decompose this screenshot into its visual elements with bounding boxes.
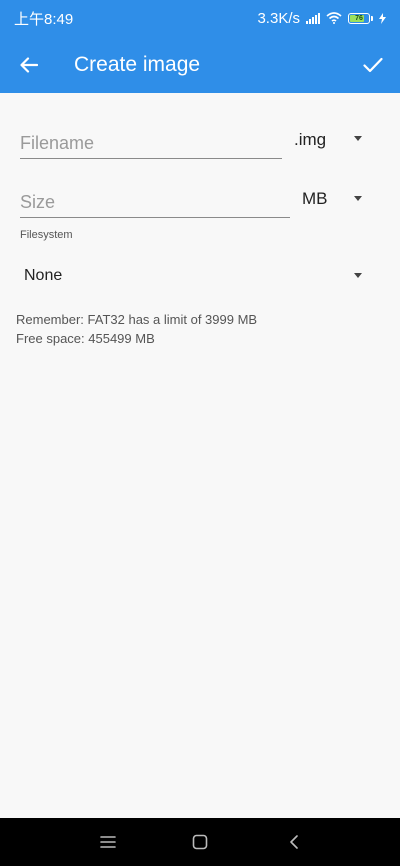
battery-cap xyxy=(371,15,373,21)
info-text: Remember: FAT32 has a limit of 3999 MB F… xyxy=(16,310,257,348)
chevron-down-icon xyxy=(354,273,362,278)
system-nav-bar xyxy=(0,818,400,866)
back-button[interactable] xyxy=(14,50,44,80)
filesystem-dropdown[interactable]: None xyxy=(20,262,376,290)
size-field[interactable]: Size xyxy=(20,192,290,220)
fat32-limit-text: Remember: FAT32 has a limit of 3999 MB xyxy=(16,312,258,327)
confirm-button[interactable] xyxy=(358,50,388,80)
size-placeholder: Size xyxy=(20,192,56,212)
filename-field[interactable]: Filename xyxy=(20,133,282,161)
app-bar: Create image xyxy=(0,36,400,93)
menu-icon xyxy=(100,836,116,848)
filename-placeholder: Filename xyxy=(20,133,95,153)
filename-underline xyxy=(20,158,282,159)
menu-button[interactable] xyxy=(97,832,119,852)
extension-dropdown[interactable]: .img xyxy=(292,126,376,152)
back-nav-button[interactable] xyxy=(283,832,305,852)
size-underline xyxy=(20,217,290,218)
extension-value: .img xyxy=(294,130,327,149)
status-bar: 上午8:49 3.3K/s 76 xyxy=(0,0,400,36)
home-button[interactable] xyxy=(189,832,211,852)
unit-dropdown[interactable]: MB xyxy=(300,186,376,212)
checkmark-icon xyxy=(363,57,383,73)
home-icon xyxy=(192,834,208,850)
arrow-back-icon xyxy=(20,57,38,73)
wifi-icon xyxy=(326,12,342,24)
charging-icon xyxy=(379,12,386,24)
status-icons: 3.3K/s 76 xyxy=(257,10,386,27)
filesystem-value: None xyxy=(24,267,63,284)
chevron-left-icon xyxy=(290,835,298,849)
signal-icon xyxy=(306,12,320,24)
page-title: Create image xyxy=(74,53,201,76)
free-space-text: Free space: 455499 MB xyxy=(16,331,155,346)
filesystem-label: Filesystem xyxy=(20,229,73,241)
chevron-down-icon xyxy=(354,136,362,141)
status-time: 上午8:49 xyxy=(14,10,74,28)
unit-value: MB xyxy=(302,189,328,208)
battery-icon: 76 xyxy=(348,12,370,24)
battery-level: 76 xyxy=(355,14,363,22)
chevron-down-icon xyxy=(354,196,362,201)
network-speed: 3.3K/s xyxy=(257,9,300,27)
